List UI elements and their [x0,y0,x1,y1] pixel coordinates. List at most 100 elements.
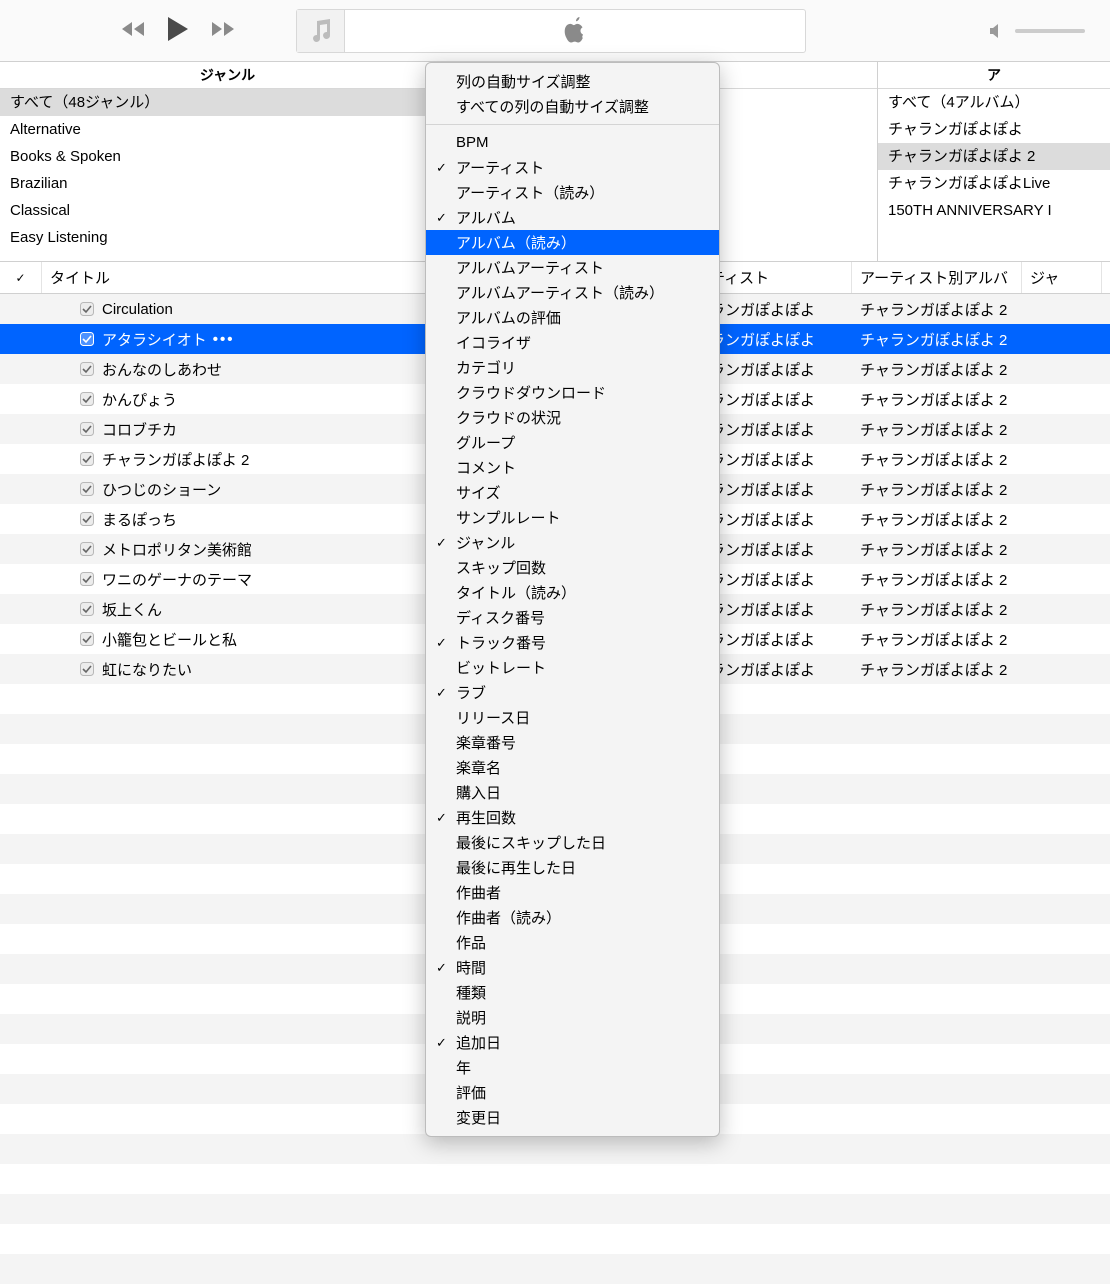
check-column-header[interactable]: ✓ [0,262,42,293]
browser-item[interactable]: チャランガぽよぽよ 2 [878,143,1110,170]
volume-slider[interactable] [1015,29,1085,33]
track-album: チャランガぽよぽよ 2 [852,384,1022,414]
menu-item-label: 作曲者 [456,882,501,903]
track-checkbox[interactable] [80,662,94,676]
menu-item[interactable]: 作品 [426,930,719,955]
track-album: チャランガぽよぽよ 2 [852,294,1022,324]
menu-item[interactable]: ビットレート [426,655,719,680]
browser-item[interactable]: チャランガぽよぽよLive [878,170,1110,197]
track-checkbox[interactable] [80,602,94,616]
menu-item[interactable]: 列の自動サイズ調整 [426,69,719,94]
menu-item[interactable]: カテゴリ [426,355,719,380]
browser-item[interactable]: 150TH ANNIVERSARY I [878,197,1110,224]
menu-item[interactable]: クラウドの状況 [426,405,719,430]
menu-item[interactable]: サイズ [426,480,719,505]
volume-control[interactable] [989,24,1110,38]
browser-item[interactable]: すべて（4アルバム） [878,89,1110,116]
track-checkbox[interactable] [80,422,94,436]
browser-item[interactable]: Easy Listening [0,224,455,251]
volume-icon [989,24,1005,38]
menu-item-label: イコライザ [456,332,531,353]
menu-item[interactable]: グループ [426,430,719,455]
menu-item[interactable]: イコライザ [426,330,719,355]
menu-item[interactable]: すべての列の自動サイズ調整 [426,94,719,119]
genre-header[interactable]: ジャンル [0,62,455,89]
track-checkbox[interactable] [80,362,94,376]
menu-item[interactable]: ✓追加日 [426,1030,719,1055]
genre-column-header[interactable]: ジャ [1022,262,1102,293]
next-button[interactable] [210,20,236,41]
menu-item[interactable]: 最後に再生した日 [426,855,719,880]
menu-item[interactable]: 変更日 [426,1105,719,1130]
browser-item[interactable]: すべて（48ジャンル） [0,89,455,116]
menu-item[interactable]: 購入日 [426,780,719,805]
menu-item[interactable]: ✓ラブ [426,680,719,705]
track-artist: ランガぽよぽよ [702,624,852,654]
track-checkbox[interactable] [80,542,94,556]
menu-item[interactable]: 種類 [426,980,719,1005]
menu-item-label: タイトル（読み） [456,582,576,603]
menu-item[interactable]: アーティスト（読み） [426,180,719,205]
play-button[interactable] [166,16,190,45]
menu-item[interactable]: 楽章番号 [426,730,719,755]
menu-item[interactable]: タイトル（読み） [426,580,719,605]
menu-item[interactable]: 作曲者（読み） [426,905,719,930]
browser-item[interactable]: Alternative [0,116,455,143]
menu-item[interactable]: ✓アルバム [426,205,719,230]
track-actions-icon[interactable]: ••• [213,331,235,348]
menu-item[interactable]: ✓再生回数 [426,805,719,830]
menu-item[interactable]: ✓時間 [426,955,719,980]
menu-item[interactable]: ✓ジャンル [426,530,719,555]
menu-item[interactable]: ✓トラック番号 [426,630,719,655]
menu-item[interactable]: ✓アーティスト [426,155,719,180]
track-checkbox[interactable] [80,302,94,316]
track-checkbox[interactable] [80,392,94,406]
menu-item[interactable]: 最後にスキップした日 [426,830,719,855]
track-title: 坂上くん [102,599,162,620]
track-checkbox[interactable] [80,572,94,586]
track-checkbox[interactable] [80,452,94,466]
menu-item[interactable]: リリース日 [426,705,719,730]
menu-item-label: 再生回数 [456,807,516,828]
menu-item[interactable]: アルバムアーティスト [426,255,719,280]
track-artist: ランガぽよぽよ [702,444,852,474]
track-checkbox[interactable] [80,632,94,646]
menu-item[interactable]: アルバムアーティスト（読み） [426,280,719,305]
menu-item[interactable]: アルバムの評価 [426,305,719,330]
track-title: ひつじのショーン [102,479,221,500]
menu-item-label: 年 [456,1057,471,1078]
track-title: Circulation [102,301,173,318]
menu-item[interactable]: スキップ回数 [426,555,719,580]
menu-item[interactable]: 評価 [426,1080,719,1105]
browser-item[interactable]: Books & Spoken [0,143,455,170]
track-album: チャランガぽよぽよ 2 [852,654,1022,684]
menu-item[interactable]: 説明 [426,1005,719,1030]
menu-item[interactable]: アルバム（読み） [426,230,719,255]
track-title: 小籠包とビールと私 [102,629,237,650]
browser-item[interactable]: Classical [0,197,455,224]
artist-column-header[interactable]: ティスト [702,262,852,293]
track-checkbox[interactable] [80,512,94,526]
menu-item[interactable]: BPM [426,130,719,155]
menu-item-label: スキップ回数 [456,557,546,578]
menu-item[interactable]: ディスク番号 [426,605,719,630]
track-checkbox[interactable] [80,482,94,496]
empty-row [0,1134,1110,1164]
menu-item[interactable]: 年 [426,1055,719,1080]
album-header[interactable]: ア [878,62,1110,89]
menu-item[interactable]: コメント [426,455,719,480]
track-album: チャランガぽよぽよ 2 [852,324,1022,354]
menu-item-label: 作品 [456,932,486,953]
checkmark-icon: ✓ [436,1035,447,1051]
album-column-header[interactable]: アーティスト別アルバ [852,262,1022,293]
browser-item[interactable]: Brazilian [0,170,455,197]
track-title: チャランガぽよぽよ 2 [102,449,249,470]
previous-button[interactable] [120,20,146,41]
track-title: メトロポリタン美術館 [102,539,252,560]
track-checkbox[interactable] [80,332,94,346]
menu-item[interactable]: サンプルレート [426,505,719,530]
menu-item[interactable]: クラウドダウンロード [426,380,719,405]
browser-item[interactable]: チャランガぽよぽよ [878,116,1110,143]
menu-item[interactable]: 楽章名 [426,755,719,780]
menu-item[interactable]: 作曲者 [426,880,719,905]
